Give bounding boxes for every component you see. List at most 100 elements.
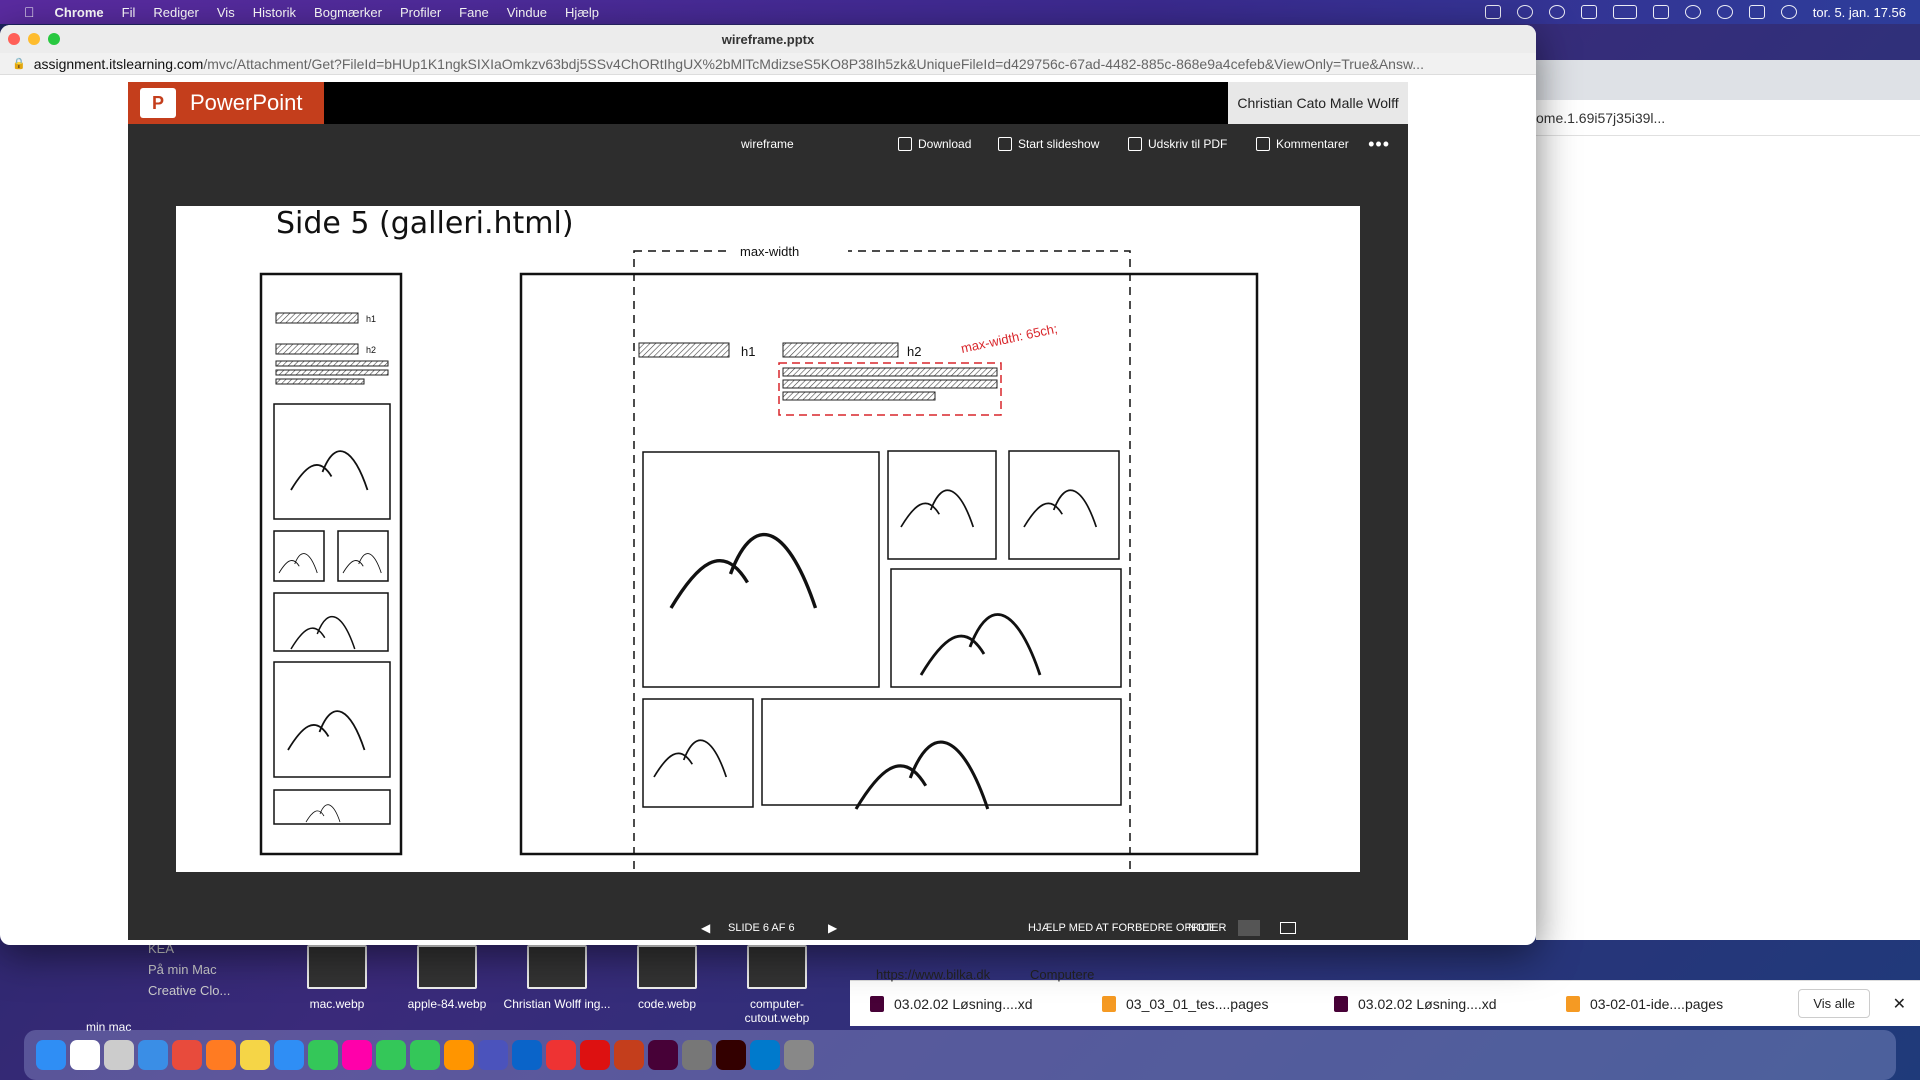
mobile-h1-bar: [275, 312, 359, 324]
menu-rediger[interactable]: Rediger: [153, 5, 199, 20]
ppt-user-name[interactable]: Christian Cato Malle Wolff: [1228, 82, 1408, 124]
menu-fil[interactable]: Fil: [122, 5, 136, 20]
menu-profiler[interactable]: Profiler: [400, 5, 441, 20]
previous-slide-icon[interactable]: ◀: [701, 921, 710, 935]
numbers-icon[interactable]: [308, 1040, 338, 1070]
illustrator-icon[interactable]: [716, 1040, 746, 1070]
mobile-image: [273, 592, 389, 652]
next-slide-icon[interactable]: ▶: [828, 921, 837, 935]
menu-app-name[interactable]: Chrome: [55, 5, 104, 20]
background-url[interactable]: ome.1.69i57j35i39l...: [1536, 110, 1665, 126]
document-name: wireframe: [741, 137, 794, 151]
user-icon[interactable]: [1684, 5, 1701, 19]
close-icon[interactable]: ✕: [1893, 994, 1906, 1014]
window-titlebar[interactable]: wireframe.pptx: [0, 25, 1536, 53]
apple-menu-icon[interactable]: : [24, 4, 35, 20]
download-item[interactable]: 03_03_01_tes....pages: [1082, 995, 1314, 1012]
siri-icon[interactable]: [1780, 5, 1797, 19]
presentation-view-icon[interactable]: [1280, 922, 1296, 934]
calendar-icon[interactable]: [70, 1040, 100, 1070]
comments-button[interactable]: Kommentarer: [1256, 137, 1349, 151]
desktop-text-line: [782, 391, 936, 401]
normal-view-icon[interactable]: [1238, 920, 1260, 936]
menu-clock[interactable]: tor. 5. jan. 17.56: [1813, 5, 1906, 20]
behind-url: https://www.bilka.dk: [876, 967, 991, 982]
powerpoint-logo-icon: P: [140, 88, 176, 118]
notes-button[interactable]: NOTER: [1188, 922, 1227, 934]
notes-icon[interactable]: [240, 1040, 270, 1070]
menu-fane[interactable]: Fane: [459, 5, 489, 20]
adobe-xd-icon[interactable]: [648, 1040, 678, 1070]
outlook-icon[interactable]: [512, 1040, 542, 1070]
wireframe-drawing: max-width h1 h2 h1 h2 max-width: 65ch;: [259, 242, 1259, 872]
desktop-file[interactable]: mac.webp: [282, 945, 392, 1011]
start-slideshow-button[interactable]: Start slideshow: [998, 137, 1099, 151]
play-icon[interactable]: [1516, 5, 1533, 19]
background-browser-window[interactable]: ome.1.69i57j35i39l...: [1536, 60, 1920, 300]
preview-icon[interactable]: [682, 1040, 712, 1070]
finder-item-paa-min-mac[interactable]: På min Mac: [140, 962, 270, 977]
wifi-icon[interactable]: [1652, 5, 1669, 19]
mobile-text-line: [275, 378, 365, 385]
download-item[interactable]: 03.02.02 Løsning....xd: [1314, 995, 1546, 1012]
launchpad-icon[interactable]: [104, 1040, 134, 1070]
finder-item-creative-cloud[interactable]: Creative Clo...: [140, 983, 270, 998]
bluetooth-icon[interactable]: [1580, 5, 1597, 19]
menu-hjaelp[interactable]: Hjælp: [565, 5, 599, 20]
window-title: wireframe.pptx: [721, 31, 815, 47]
menu-bogmaerker[interactable]: Bogmærker: [314, 5, 382, 20]
battery-icon[interactable]: [1612, 5, 1637, 19]
background-tab-strip[interactable]: [1536, 60, 1920, 100]
ppt-header: P PowerPoint Christian Cato Malle Wolff: [128, 82, 1408, 124]
mobile-h1-label: h1: [366, 314, 376, 324]
print-pdf-button[interactable]: Udskriv til PDF: [1128, 137, 1227, 151]
address-bar[interactable]: 🔒 assignment.itslearning.com /mvc/Attach…: [0, 53, 1536, 75]
menu-vis[interactable]: Vis: [217, 5, 235, 20]
creative-cloud-icon[interactable]: [546, 1040, 576, 1070]
finder-icon[interactable]: [36, 1040, 66, 1070]
ppt-brand[interactable]: P PowerPoint: [128, 82, 324, 124]
teams-icon[interactable]: [478, 1040, 508, 1070]
download-button[interactable]: Download: [898, 137, 971, 151]
facetime-icon[interactable]: [410, 1040, 440, 1070]
background-address-bar[interactable]: ome.1.69i57j35i39l...: [1536, 100, 1920, 136]
desktop-file[interactable]: Christian Wolff ing...: [502, 945, 612, 1011]
menu-historik[interactable]: Historik: [253, 5, 296, 20]
url-host[interactable]: assignment.itslearning.com: [34, 56, 204, 72]
vscode-icon[interactable]: [750, 1040, 780, 1070]
system-settings-icon[interactable]: [784, 1040, 814, 1070]
file-thumbnail: [307, 945, 367, 989]
creative-cloud-icon[interactable]: [1484, 5, 1501, 19]
more-options-button[interactable]: •••: [1368, 134, 1390, 155]
browser-window: wireframe.pptx 🔒 assignment.itslearning.…: [0, 25, 1536, 945]
desktop-file[interactable]: apple-84.webp: [392, 945, 502, 1011]
photos-icon[interactable]: [342, 1040, 372, 1070]
powerpoint-icon[interactable]: [614, 1040, 644, 1070]
search-icon[interactable]: [1716, 5, 1733, 19]
download-item[interactable]: 03-02-01-ide....pages: [1546, 995, 1778, 1012]
gallery-image: [1008, 450, 1120, 560]
chrome-icon[interactable]: [172, 1040, 202, 1070]
slide-canvas: max-width h1 h2 h1 h2 max-width: 65ch; S…: [176, 206, 1360, 872]
acrobat-icon[interactable]: [580, 1040, 610, 1070]
slide-counter: SLIDE 6 AF 6: [728, 922, 795, 934]
mobile-image: [273, 403, 391, 520]
desktop-file[interactable]: computer-cutout.webp: [722, 945, 832, 1025]
info-icon[interactable]: [1548, 5, 1565, 19]
mail-icon[interactable]: [138, 1040, 168, 1070]
pages-icon[interactable]: [444, 1040, 474, 1070]
download-item[interactable]: 03.02.02 Løsning....xd: [850, 995, 1082, 1012]
control-center-icon[interactable]: [1748, 5, 1765, 19]
firefox-icon[interactable]: [206, 1040, 236, 1070]
ppt-brand-label: PowerPoint: [190, 90, 303, 115]
menu-vindue[interactable]: Vindue: [507, 5, 547, 20]
download-icon: [898, 137, 912, 151]
safari-icon[interactable]: [274, 1040, 304, 1070]
messages-icon[interactable]: [376, 1040, 406, 1070]
file-thumbnail: [417, 945, 477, 989]
url-path[interactable]: /mvc/Attachment/Get?FileId=bHUp1K1ngkSIX…: [203, 56, 1424, 72]
mobile-image: [273, 661, 391, 778]
desktop-file[interactable]: code.webp: [612, 945, 722, 1011]
behind-breadcrumb: Computere: [1030, 967, 1095, 982]
show-all-downloads-button[interactable]: Vis alle: [1798, 989, 1870, 1018]
